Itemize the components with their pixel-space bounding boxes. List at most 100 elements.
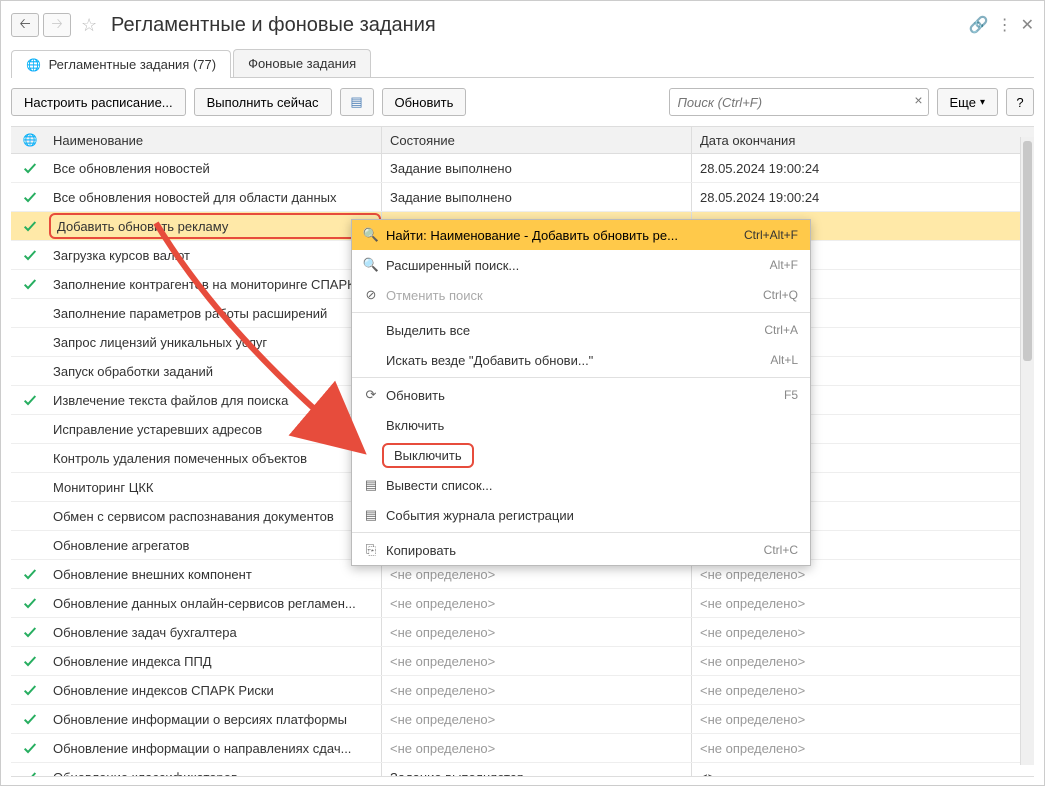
- log-events-button[interactable]: ▤: [340, 88, 374, 116]
- cm-label: Обновить: [382, 388, 784, 403]
- tabs: 🌐 Регламентные задания (77) Фоновые зада…: [11, 49, 1034, 78]
- cm-shortcut: Ctrl+A: [764, 323, 798, 337]
- cancel-search-icon: ⊘: [360, 287, 382, 303]
- close-icon[interactable]: ✕: [1021, 15, 1034, 35]
- row-name: Запуск обработки заданий: [49, 364, 381, 379]
- context-menu: 🔍 Найти: Наименование - Добавить обновит…: [351, 219, 811, 566]
- toolbar: Настроить расписание... Выполнить сейчас…: [11, 78, 1034, 126]
- tab-background-jobs[interactable]: Фоновые задания: [233, 49, 371, 77]
- cm-export-list[interactable]: ▤ Вывести список...: [352, 470, 810, 500]
- column-status-icon[interactable]: 🌐: [11, 133, 49, 147]
- row-state: Задание выполнено: [381, 183, 691, 211]
- window: 🡠 🡢 ☆ Регламентные и фоновые задания 🔗 ⋮…: [0, 0, 1045, 786]
- row-date: 28.05.2024 19:00:24: [691, 183, 1034, 211]
- cm-copy[interactable]: ⎘ Копировать Ctrl+C: [352, 535, 810, 565]
- cm-label: Отменить поиск: [382, 288, 763, 303]
- configure-schedule-button[interactable]: Настроить расписание...: [11, 88, 186, 116]
- log-icon: ▤: [360, 507, 382, 523]
- row-name: Загрузка курсов валют: [49, 248, 381, 263]
- cm-disable[interactable]: Выключить: [352, 440, 810, 470]
- cm-label: События журнала регистрации: [382, 508, 798, 523]
- cm-label: Найти: Наименование - Добавить обновить …: [382, 228, 744, 243]
- table-row[interactable]: Обновление задач бухгалтера<не определен…: [11, 618, 1034, 647]
- row-state: <не определено>: [381, 734, 691, 762]
- cm-cancel-search: ⊘ Отменить поиск Ctrl+Q: [352, 280, 810, 310]
- row-name: Все обновления новостей для области данн…: [49, 190, 381, 205]
- status-check-icon: [11, 218, 49, 234]
- cm-select-all[interactable]: Выделить все Ctrl+A: [352, 315, 810, 345]
- status-check-icon: [11, 276, 49, 292]
- row-name: Заполнение параметров работы расширений: [49, 306, 381, 321]
- row-state: <не определено>: [381, 589, 691, 617]
- run-now-button[interactable]: Выполнить сейчас: [194, 88, 332, 116]
- table-row[interactable]: Все обновления новостейЗадание выполнено…: [11, 154, 1034, 183]
- row-name: Мониторинг ЦКК: [49, 480, 381, 495]
- cm-shortcut: Ctrl+Q: [763, 288, 798, 302]
- row-date: <не определено>: [691, 647, 1034, 675]
- cm-separator: [352, 532, 810, 533]
- grid-header: 🌐 Наименование Состояние Дата окончания: [11, 126, 1034, 154]
- cm-refresh[interactable]: ⟳ Обновить F5: [352, 380, 810, 410]
- row-state: Задание выполняется: [381, 763, 691, 777]
- table-row[interactable]: Обновление индексов СПАРК Риски<не опред…: [11, 676, 1034, 705]
- cm-log-events[interactable]: ▤ События журнала регистрации: [352, 500, 810, 530]
- table-row[interactable]: Обновление информации о направлениях сда…: [11, 734, 1034, 763]
- row-state: Задание выполнено: [381, 154, 691, 182]
- row-date: <не определено>: [691, 734, 1034, 762]
- help-button[interactable]: ?: [1006, 88, 1034, 116]
- nav-back-button[interactable]: 🡠: [11, 13, 39, 37]
- scrollbar-thumb[interactable]: [1023, 141, 1032, 361]
- favorite-star-icon[interactable]: ☆: [81, 15, 101, 35]
- row-name: Контроль удаления помеченных объектов: [49, 451, 381, 466]
- cm-shortcut: Ctrl+Alt+F: [744, 228, 798, 242]
- refresh-button[interactable]: Обновить: [382, 88, 467, 116]
- search-box: ×: [669, 88, 929, 116]
- cm-shortcut: Alt+F: [770, 258, 798, 272]
- status-check-icon: [11, 160, 49, 176]
- status-check-icon: [11, 624, 49, 640]
- row-name: Обновление индексов СПАРК Риски: [49, 683, 381, 698]
- status-check-icon: [11, 711, 49, 727]
- search-input[interactable]: [669, 88, 929, 116]
- status-check-icon: [11, 653, 49, 669]
- nav-forward-button[interactable]: 🡢: [43, 13, 71, 37]
- cm-find[interactable]: 🔍 Найти: Наименование - Добавить обновит…: [352, 220, 810, 250]
- column-date-header[interactable]: Дата окончания: [691, 127, 1034, 153]
- link-icon[interactable]: 🔗: [969, 15, 989, 35]
- table-row[interactable]: Все обновления новостей для области данн…: [11, 183, 1034, 212]
- row-date: <не определено>: [691, 618, 1034, 646]
- cm-label: Выделить все: [382, 323, 764, 338]
- search-icon: 🔍: [360, 227, 382, 243]
- tab-scheduled-jobs[interactable]: 🌐 Регламентные задания (77): [11, 50, 231, 78]
- clear-search-icon[interactable]: ×: [914, 92, 922, 108]
- globe-icon: 🌐: [26, 58, 41, 72]
- row-name: Обновление информации о направлениях сда…: [49, 741, 381, 756]
- column-state-header[interactable]: Состояние: [381, 127, 691, 153]
- row-name: Исправление устаревших адресов: [49, 422, 381, 437]
- row-name: Заполнение контрагентов на мониторинге С…: [49, 277, 381, 292]
- table-row[interactable]: Обновление классификаторовЗадание выполн…: [11, 763, 1034, 777]
- table-row[interactable]: Обновление данных онлайн-сервисов реглам…: [11, 589, 1034, 618]
- tab-label: Фоновые задания: [248, 56, 356, 71]
- row-date: 28.05.2024 19:00:24: [691, 154, 1034, 182]
- kebab-menu-icon[interactable]: ⋮: [997, 15, 1013, 35]
- cm-advanced-search[interactable]: 🔍 Расширенный поиск... Alt+F: [352, 250, 810, 280]
- cm-separator: [352, 312, 810, 313]
- scrollbar[interactable]: [1020, 137, 1034, 765]
- status-check-icon: [11, 769, 49, 777]
- cm-label: Искать везде "Добавить обнови...": [382, 353, 770, 368]
- table-row[interactable]: Обновление информации о версиях платформ…: [11, 705, 1034, 734]
- row-date: <не определено>: [691, 589, 1034, 617]
- cm-search-everywhere[interactable]: Искать везде "Добавить обнови..." Alt+L: [352, 345, 810, 375]
- row-date: <>: [691, 763, 1034, 777]
- status-check-icon: [11, 740, 49, 756]
- cm-enable[interactable]: Включить: [352, 410, 810, 440]
- cm-label: Выключить: [382, 443, 474, 468]
- row-name: Обновление данных онлайн-сервисов реглам…: [49, 596, 381, 611]
- chevron-down-icon: ▾: [980, 97, 985, 108]
- table-row[interactable]: Обновление индекса ППД<не определено><не…: [11, 647, 1034, 676]
- more-button[interactable]: Еще ▾: [937, 88, 998, 116]
- list-icon: ▤: [360, 477, 382, 493]
- column-name-header[interactable]: Наименование: [49, 133, 381, 148]
- status-check-icon: [11, 682, 49, 698]
